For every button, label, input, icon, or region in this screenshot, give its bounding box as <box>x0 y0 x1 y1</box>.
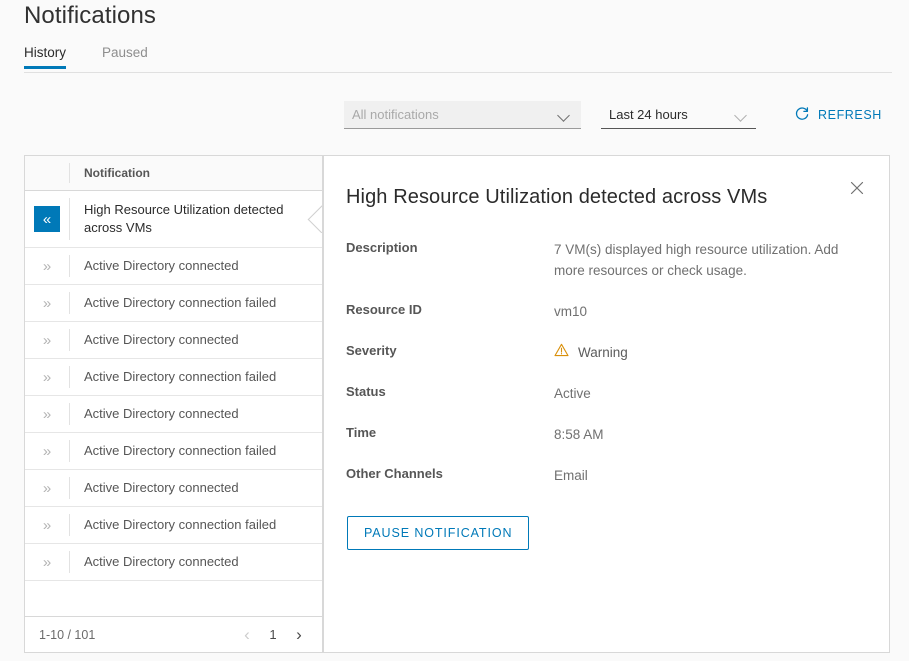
list-item-label: Active Directory connection failed <box>84 295 277 310</box>
list-item-icon-col: « <box>25 191 69 247</box>
list-item-icon-col: » <box>25 433 69 469</box>
chevron-double-right-icon[interactable]: » <box>34 364 60 390</box>
list-item-label: Active Directory connected <box>84 406 239 421</box>
chevron-double-right-icon[interactable]: » <box>34 253 60 279</box>
list-empty-filler <box>25 581 322 616</box>
chevron-double-right-icon[interactable]: » <box>34 290 60 316</box>
list-item-label: Active Directory connection failed <box>84 517 277 532</box>
list-item-label: Active Directory connected <box>84 480 239 495</box>
severity-label: Warning <box>578 345 628 360</box>
detail-field: Status Active <box>346 383 863 404</box>
detail-field-key: Resource ID <box>346 302 422 317</box>
detail-field: Time 8:58 AM <box>346 424 863 445</box>
notification-list-item[interactable]: » Active Directory connected <box>25 396 322 433</box>
notification-list-item[interactable]: » Active Directory connected <box>25 470 322 507</box>
detail-field-value: Email <box>554 468 588 483</box>
chevron-down-icon <box>557 108 571 122</box>
detail-field-key: Description <box>346 240 418 255</box>
notification-list-item[interactable]: « High Resource Utilization detected acro… <box>25 191 322 248</box>
notification-type-value: All notifications <box>352 107 439 122</box>
list-item-icon-col: » <box>25 507 69 543</box>
list-item-label: Active Directory connection failed <box>84 369 277 384</box>
notification-list-item[interactable]: » Active Directory connection failed <box>25 285 322 322</box>
list-item-icon-col: » <box>25 285 69 321</box>
list-item-icon-col: » <box>25 248 69 284</box>
list-item-label: Active Directory connection failed <box>84 443 277 458</box>
time-range-select[interactable]: Last 24 hours <box>601 101 756 129</box>
chevron-double-right-icon[interactable]: » <box>34 549 60 575</box>
list-item-icon-col: » <box>25 544 69 580</box>
detail-field-list: Description 7 VM(s) displayed high resour… <box>346 239 863 486</box>
list-item-icon-col: » <box>25 359 69 395</box>
list-item-icon-col: » <box>25 470 69 506</box>
detail-field-key: Time <box>346 425 377 440</box>
list-item-label: Active Directory connected <box>84 332 239 347</box>
tab-history[interactable]: History <box>24 45 67 69</box>
close-icon[interactable] <box>845 176 869 200</box>
time-range-value: Last 24 hours <box>609 107 688 122</box>
detail-field-value: Warning <box>554 342 628 363</box>
filter-bar: All notifications Last 24 hours REFRESH <box>344 101 884 129</box>
detail-field-key: Status <box>346 384 386 399</box>
notification-list-item[interactable]: » Active Directory connection failed <box>25 359 322 396</box>
chevron-double-left-icon[interactable]: « <box>34 206 60 232</box>
notification-list-card: Notification « High Resource Utilization … <box>24 155 323 653</box>
detail-field-key: Severity <box>346 343 397 358</box>
detail-field-key: Other Channels <box>346 466 443 481</box>
detail-field: Severity Warning <box>346 342 863 363</box>
detail-field-value: Active <box>554 386 591 401</box>
list-item-icon-col: » <box>25 396 69 432</box>
tab-paused[interactable]: Paused <box>102 45 148 68</box>
list-item-icon-col: » <box>25 322 69 358</box>
refresh-label: REFRESH <box>818 108 882 122</box>
page-title: Notifications <box>24 2 157 29</box>
notification-list-item[interactable]: » Active Directory connection failed <box>25 507 322 544</box>
warning-triangle-icon <box>554 342 569 363</box>
notification-list-item[interactable]: » Active Directory connected <box>25 322 322 359</box>
chevron-double-right-icon[interactable]: » <box>34 327 60 353</box>
detail-field: Description 7 VM(s) displayed high resour… <box>346 239 863 281</box>
list-pagination: 1-10 / 101 ‹ 1 › <box>25 616 322 652</box>
column-header-notification: Notification <box>84 166 150 180</box>
pause-notification-button[interactable]: PAUSE NOTIFICATION <box>347 516 530 550</box>
list-header-row: Notification <box>25 156 322 191</box>
refresh-icon <box>794 106 810 125</box>
chevron-double-right-icon[interactable]: » <box>34 438 60 464</box>
detail-field: Other Channels Email <box>346 465 863 486</box>
notification-list-body[interactable]: « High Resource Utilization detected acro… <box>25 191 322 616</box>
tab-bar: History Paused <box>24 45 892 73</box>
notifications-page: Notifications History Paused All notific… <box>0 0 909 661</box>
notification-detail-panel: High Resource Utilization detected acros… <box>323 155 890 653</box>
detail-field-value: vm10 <box>554 304 588 319</box>
pagination-next-button[interactable]: › <box>286 622 312 648</box>
detail-field: Resource ID vm10 <box>346 301 863 322</box>
notification-list-item[interactable]: » Active Directory connected <box>25 544 322 581</box>
pagination-page-number: 1 <box>269 627 277 642</box>
detail-field-value: 8:58 AM <box>554 427 604 442</box>
chevron-down-icon <box>734 108 748 122</box>
notification-list-item[interactable]: » Active Directory connection failed <box>25 433 322 470</box>
detail-field-value: 7 VM(s) displayed high resource utilizat… <box>554 242 839 278</box>
list-item-label: Active Directory connected <box>84 554 239 569</box>
refresh-button[interactable]: REFRESH <box>792 102 884 129</box>
notification-list-item[interactable]: » Active Directory connected <box>25 248 322 285</box>
pagination-range: 1-10 / 101 <box>39 627 96 642</box>
list-item-label: Active Directory connected <box>84 258 239 273</box>
list-item-label: High Resource Utilization detected acros… <box>84 202 284 235</box>
chevron-double-right-icon[interactable]: » <box>34 475 60 501</box>
notification-type-select[interactable]: All notifications <box>344 101 581 129</box>
detail-title: High Resource Utilization detected acros… <box>346 186 768 208</box>
chevron-double-right-icon[interactable]: » <box>34 401 60 427</box>
chevron-double-right-icon[interactable]: » <box>34 512 60 538</box>
pagination-prev-button[interactable]: ‹ <box>234 622 260 648</box>
